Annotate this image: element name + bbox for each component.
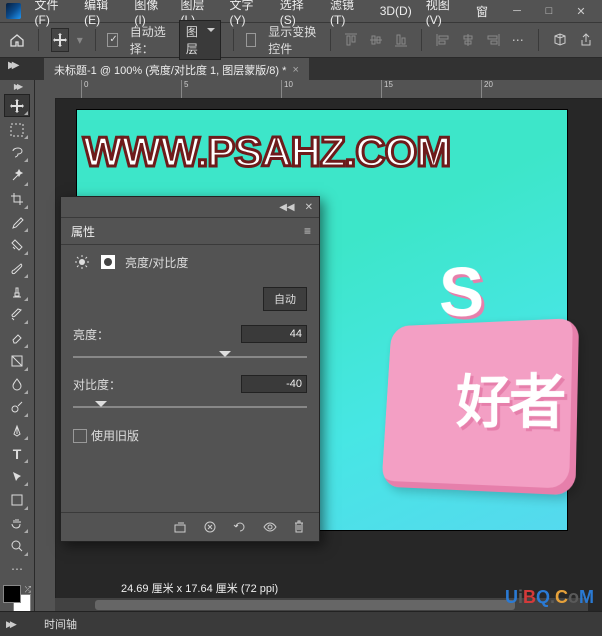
ruler-tick: 0 [81,80,88,98]
legacy-checkbox[interactable] [73,429,87,443]
ruler-vertical[interactable] [35,98,56,612]
auto-select-dropdown[interactable]: 图层 [179,20,221,60]
contrast-input[interactable] [241,375,307,393]
magic-wand-tool[interactable] [5,165,29,186]
3d-text-object: S 好者 [347,240,577,500]
contrast-label: 对比度： [73,376,121,393]
menu-file[interactable]: 文件(F) [35,0,71,27]
properties-tab[interactable]: 属性 [71,223,95,240]
shape-tool[interactable] [5,489,29,510]
hand-tool[interactable] [5,513,29,534]
window-maximize-button[interactable]: □ [534,1,564,21]
marquee-tool[interactable] [5,119,29,140]
edit-toolbar-icon[interactable]: ⋯ [5,559,29,580]
timeline-expand-icon[interactable]: ▶▶ [6,619,14,630]
align-bottom-icon[interactable] [392,28,409,52]
menu-bar: 文件(F) 编辑(E) 图像(I) 图层(L) 文字(Y) 选择(S) 滤镜(T… [0,0,602,22]
show-transform-checkbox[interactable] [246,33,256,47]
delete-icon[interactable] [293,520,309,534]
document-tab-title: 未标题-1 @ 100% (亮度/对比度 1, 图层蒙版/8) * [54,62,286,78]
brush-tool[interactable] [5,258,29,279]
color-swatches[interactable]: ⤮ [3,585,31,612]
menu-edit[interactable]: 编辑(E) [84,0,120,27]
history-brush-tool[interactable] [5,304,29,325]
auto-button[interactable]: 自动 [263,287,307,311]
options-bar: ▾ 自动选择： 图层 显示变换控件 ⋯ [0,22,602,58]
path-select-tool[interactable] [5,466,29,487]
move-tool[interactable] [4,94,30,117]
clip-to-layer-icon[interactable] [173,520,189,534]
type-tool[interactable]: T [5,443,29,464]
document-tab-bar: 未标题-1 @ 100% (亮度/对比度 1, 图层蒙版/8) * × [0,58,602,82]
timeline-panel[interactable]: ▶▶ 时间轴 [0,611,602,636]
align-top-icon[interactable] [342,28,359,52]
menu-type[interactable]: 文字(Y) [230,0,266,27]
share-icon[interactable] [577,28,594,52]
brightness-label: 亮度： [73,326,109,343]
ruler-horizontal[interactable]: 0 5 10 15 20 [55,80,602,99]
brightness-slider[interactable] [73,349,307,365]
visibility-icon[interactable] [263,522,279,532]
zoom-tool[interactable] [5,536,29,557]
menu-view[interactable]: 视图(V) [426,0,462,27]
adjustment-name: 亮度/对比度 [125,254,188,271]
align-hcenter-icon[interactable] [459,28,476,52]
align-right-icon[interactable] [484,28,501,52]
crop-tool[interactable] [5,189,29,210]
panel-collapse-icon[interactable]: ◀◀ [279,202,294,213]
reset-icon[interactable] [233,520,249,534]
pen-tool[interactable] [5,420,29,441]
view-previous-icon[interactable] [203,520,219,534]
auto-select-checkbox[interactable] [107,33,117,47]
home-icon[interactable] [8,28,26,52]
contrast-slider[interactable] [73,399,307,415]
app-logo [6,3,21,19]
more-align-icon[interactable]: ⋯ [509,28,526,52]
align-left-icon[interactable] [434,28,451,52]
timeline-label: 时间轴 [44,616,77,632]
panel-close-icon[interactable]: ✕ [305,202,313,213]
site-watermark: UiBQ.CoM [505,587,594,608]
window-minimize-button[interactable]: ─ [502,1,532,21]
3d-mode-icon[interactable] [551,28,569,52]
document-tab[interactable]: 未标题-1 @ 100% (亮度/对比度 1, 图层蒙版/8) * × [44,58,309,82]
window-close-button[interactable]: ✕ [566,1,596,21]
menu-3d[interactable]: 3D(D) [380,4,412,18]
healing-tool[interactable] [5,235,29,256]
panel-menu-icon[interactable]: ≡ [304,224,311,238]
eraser-tool[interactable] [5,327,29,348]
3d-letter: S [439,252,484,333]
show-transform-label: 显示变换控件 [268,23,317,57]
properties-panel: ◀◀ ✕ 属性 ≡ 亮度/对比度 自动 亮度： 对比度： [60,196,320,542]
foreground-color[interactable] [3,585,21,603]
brightness-input[interactable] [241,325,307,343]
toolbox-expand-icon[interactable]: ▶▶ [14,82,20,91]
blur-tool[interactable] [5,374,29,395]
mask-icon [99,253,117,271]
align-vcenter-icon[interactable] [367,28,384,52]
watermark-text: WWW.PSAHZ.COM [83,128,450,176]
auto-select-label: 自动选择： [130,23,171,57]
stamp-tool[interactable] [5,281,29,302]
ruler-tick: 10 [281,80,293,98]
eyedropper-tool[interactable] [5,212,29,233]
tab-close-icon[interactable]: × [292,64,298,76]
brightness-icon [73,253,91,271]
lasso-tool[interactable] [5,142,29,163]
ruler-origin[interactable] [35,80,56,99]
move-tool-icon[interactable] [51,28,69,52]
ruler-tick: 5 [181,80,188,98]
toolbox: ▶▶ T ⋯ ⤮ [0,80,35,612]
ruler-tick: 20 [481,80,493,98]
document-dimensions: 24.69 厘米 x 17.64 厘米 (72 ppi) [121,580,278,596]
dodge-tool[interactable] [5,397,29,418]
3d-letters: 好者 [456,354,564,440]
gradient-tool[interactable] [5,351,29,372]
ruler-tick: 15 [381,80,393,98]
menu-filter[interactable]: 滤镜(T) [330,0,366,27]
menu-window[interactable]: 窗 [476,3,488,20]
collapse-panel-icon[interactable]: ▶▶ [8,60,15,71]
legacy-label: 使用旧版 [91,427,139,444]
